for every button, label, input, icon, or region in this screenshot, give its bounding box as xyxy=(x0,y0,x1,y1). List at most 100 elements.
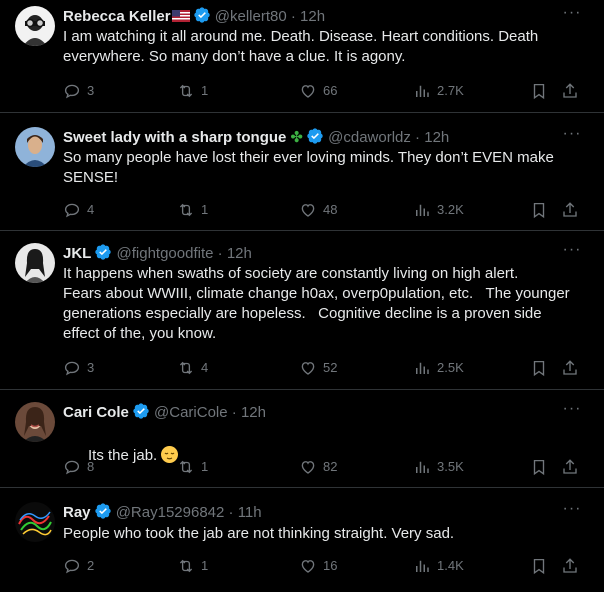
timestamp[interactable]: 12h xyxy=(241,404,266,421)
views-button[interactable]: 2.5K xyxy=(413,357,464,379)
retweet-button[interactable]: 1 xyxy=(177,80,208,102)
views-icon xyxy=(416,85,429,97)
user-handle[interactable]: @kellert80 xyxy=(215,8,287,25)
tweet-text: I am watching it all around me. Death. D… xyxy=(63,28,543,65)
share-icon xyxy=(563,360,577,375)
user-handle[interactable]: @Ray15296842 xyxy=(116,504,225,521)
retweet-count: 1 xyxy=(201,558,209,573)
retweet-button[interactable]: 4 xyxy=(177,357,208,379)
reply-button[interactable]: 3 xyxy=(63,80,94,102)
reply-icon xyxy=(64,559,80,574)
views-count: 1.4K xyxy=(437,558,464,573)
like-icon xyxy=(301,560,315,573)
display-name[interactable]: Sweet lady with a sharp tongue xyxy=(63,129,286,146)
share-button[interactable] xyxy=(560,456,580,478)
tweet-text: It happens when swaths of society are co… xyxy=(63,265,570,342)
user-handle[interactable]: @fightgoodfite xyxy=(117,245,214,262)
views-icon xyxy=(416,461,429,473)
reply-button[interactable]: 2 xyxy=(63,555,94,577)
avatar-jkl[interactable] xyxy=(15,243,55,283)
tweet-header: JKL @fightgoodfite · 12h xyxy=(63,243,564,263)
views-button[interactable]: 2.7K xyxy=(413,80,464,102)
reply-button[interactable]: 8 xyxy=(63,456,94,478)
share-button[interactable] xyxy=(560,357,580,379)
tweet-actions: 4 1 48 3.2K xyxy=(63,199,586,221)
views-button[interactable]: 3.2K xyxy=(413,199,464,221)
reply-icon xyxy=(64,203,80,218)
timestamp[interactable]: 12h xyxy=(424,129,449,146)
views-count: 3.5K xyxy=(437,459,464,474)
like-button[interactable]: 66 xyxy=(299,80,337,102)
bookmark-button[interactable] xyxy=(529,456,549,478)
retweet-icon xyxy=(179,460,193,474)
like-button[interactable]: 16 xyxy=(299,555,337,577)
timestamp[interactable]: 12h xyxy=(300,8,325,25)
avatar-sweet-lady[interactable] xyxy=(15,127,55,167)
views-count: 2.5K xyxy=(437,360,464,375)
like-button[interactable]: 82 xyxy=(299,456,337,478)
retweet-icon xyxy=(179,84,193,98)
display-name[interactable]: Rebecca Keller xyxy=(63,8,171,25)
tweet-1[interactable]: Rebecca Keller @kellert80 · 12h ··· I am… xyxy=(0,0,604,113)
bookmark-icon xyxy=(533,558,545,575)
bookmark-button[interactable] xyxy=(529,80,549,102)
like-count: 52 xyxy=(323,360,338,375)
verified-badge-icon xyxy=(94,502,112,526)
like-button[interactable]: 52 xyxy=(299,357,337,379)
views-count: 2.7K xyxy=(437,83,464,98)
share-button[interactable] xyxy=(560,199,580,221)
views-icon xyxy=(416,560,429,572)
more-icon[interactable]: ··· xyxy=(560,401,584,422)
like-icon xyxy=(301,85,315,98)
user-handle[interactable]: @CariCole xyxy=(154,404,228,421)
bookmark-button[interactable] xyxy=(529,357,549,379)
user-handle[interactable]: @cdaworldz xyxy=(328,129,411,146)
views-button[interactable]: 3.5K xyxy=(413,456,464,478)
more-icon[interactable]: ··· xyxy=(560,501,584,522)
reply-count: 3 xyxy=(87,83,95,98)
retweet-count: 1 xyxy=(201,83,209,98)
more-icon[interactable]: ··· xyxy=(560,5,584,26)
tweet-header: Sweet lady with a sharp tongue ✤ @cdaworl… xyxy=(63,127,564,147)
tweet-3[interactable]: JKL @fightgoodfite · 12h ··· It happens … xyxy=(0,231,604,390)
share-icon xyxy=(563,202,577,217)
share-button[interactable] xyxy=(560,80,580,102)
like-button[interactable]: 48 xyxy=(299,199,337,221)
reply-button[interactable]: 3 xyxy=(63,357,94,379)
retweet-icon xyxy=(179,559,193,573)
retweet-icon xyxy=(179,203,193,217)
share-button[interactable] xyxy=(560,555,580,577)
tweet-2[interactable]: Sweet lady with a sharp tongue ✤ @cdaworl… xyxy=(0,113,604,231)
bookmark-icon xyxy=(533,202,545,219)
tweet-5[interactable]: Ray @Ray15296842 · 11h ··· People who to… xyxy=(0,488,604,592)
retweet-count: 4 xyxy=(201,360,209,375)
like-icon xyxy=(301,461,315,474)
bookmark-icon xyxy=(533,83,545,100)
bookmark-button[interactable] xyxy=(529,555,549,577)
like-icon xyxy=(301,204,315,217)
avatar-rebecca-keller[interactable] xyxy=(15,6,55,46)
more-icon[interactable]: ··· xyxy=(560,126,584,147)
us-flag-icon xyxy=(171,8,190,22)
bookmark-button[interactable] xyxy=(529,199,549,221)
reply-button[interactable]: 4 xyxy=(63,199,94,221)
retweet-button[interactable]: 1 xyxy=(177,555,208,577)
verified-badge-icon xyxy=(132,402,150,426)
tweet-4[interactable]: Cari Cole @CariCole · 12h ··· Its the ja… xyxy=(0,390,604,488)
display-name[interactable]: JKL xyxy=(63,245,91,262)
tweet-actions: 3 4 52 2.5K xyxy=(63,357,586,379)
timestamp[interactable]: 12h xyxy=(227,245,252,262)
views-button[interactable]: 1.4K xyxy=(413,555,464,577)
more-icon[interactable]: ··· xyxy=(560,242,584,263)
reply-count: 3 xyxy=(87,360,95,375)
views-icon xyxy=(416,362,429,374)
avatar-ray[interactable] xyxy=(15,502,55,542)
reply-count: 2 xyxy=(87,558,95,573)
display-name[interactable]: Cari Cole xyxy=(63,404,129,421)
timeline-feed: Rebecca Keller @kellert80 · 12h ··· I am… xyxy=(0,0,604,592)
timestamp[interactable]: 11h xyxy=(238,504,262,521)
display-name[interactable]: Ray xyxy=(63,504,91,521)
avatar-cari-cole[interactable] xyxy=(15,402,55,442)
retweet-button[interactable]: 1 xyxy=(177,199,208,221)
retweet-button[interactable]: 1 xyxy=(177,456,208,478)
